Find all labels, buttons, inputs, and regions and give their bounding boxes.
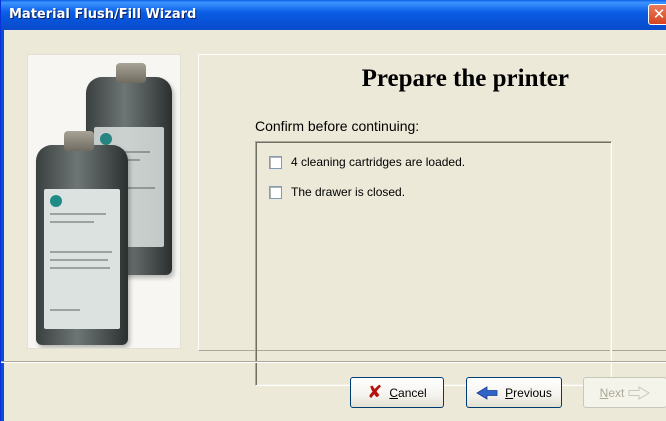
label-text-line xyxy=(50,259,108,261)
wizard-content-panel: Prepare the printer Confirm before conti… xyxy=(198,54,666,386)
footer-separator xyxy=(1,361,666,363)
checklist-item-label: 4 cleaning cartridges are loaded. xyxy=(291,155,466,169)
previous-button[interactable]: Previous xyxy=(466,377,562,408)
cancel-button-label: Cancel xyxy=(389,385,427,400)
drawer-closed-checkbox[interactable] xyxy=(269,185,282,199)
label-text-line xyxy=(50,251,112,253)
close-button[interactable]: ✕ xyxy=(648,4,666,25)
label-text-line xyxy=(50,267,110,269)
next-button[interactable]: Next xyxy=(583,377,666,408)
confirm-label: Confirm before continuing: xyxy=(255,118,420,134)
checklist-item-drawer[interactable]: The drawer is closed. xyxy=(269,184,405,200)
bottle-label xyxy=(44,189,120,329)
label-logo-dot xyxy=(100,133,112,145)
checklist-item-cartridges[interactable]: 4 cleaning cartridges are loaded. xyxy=(269,154,465,170)
wizard-window: Material Flush/Fill Wizard ✕ Prepare the… xyxy=(0,0,666,421)
checklist-item-label: The drawer is closed. xyxy=(291,185,406,199)
label-text-line xyxy=(50,213,106,215)
cleaning-cartridges-image xyxy=(27,54,181,349)
label-text-line xyxy=(50,221,94,223)
next-button-label: Next xyxy=(599,385,625,400)
cancel-button[interactable]: ✘ Cancel xyxy=(350,377,444,408)
x-icon: ✘ xyxy=(367,381,383,403)
cartridge-bottle-front xyxy=(36,145,128,345)
arrow-right-icon xyxy=(628,385,651,400)
cartridges-loaded-checkbox[interactable] xyxy=(269,155,282,169)
cartridge-cap-back xyxy=(116,63,146,83)
arrow-left-icon xyxy=(476,385,498,400)
cartridge-cap-front xyxy=(64,131,94,151)
window-title: Material Flush/Fill Wizard xyxy=(9,7,197,22)
close-icon: ✕ xyxy=(652,5,666,23)
confirmation-checklist: 4 cleaning cartridges are loaded. The dr… xyxy=(255,141,612,386)
label-text-line xyxy=(50,309,80,311)
page-title: Prepare the printer xyxy=(361,65,569,92)
label-logo-dot xyxy=(50,195,62,207)
previous-button-label: Previous xyxy=(505,385,552,400)
title-bar[interactable]: Material Flush/Fill Wizard ✕ xyxy=(1,0,666,30)
